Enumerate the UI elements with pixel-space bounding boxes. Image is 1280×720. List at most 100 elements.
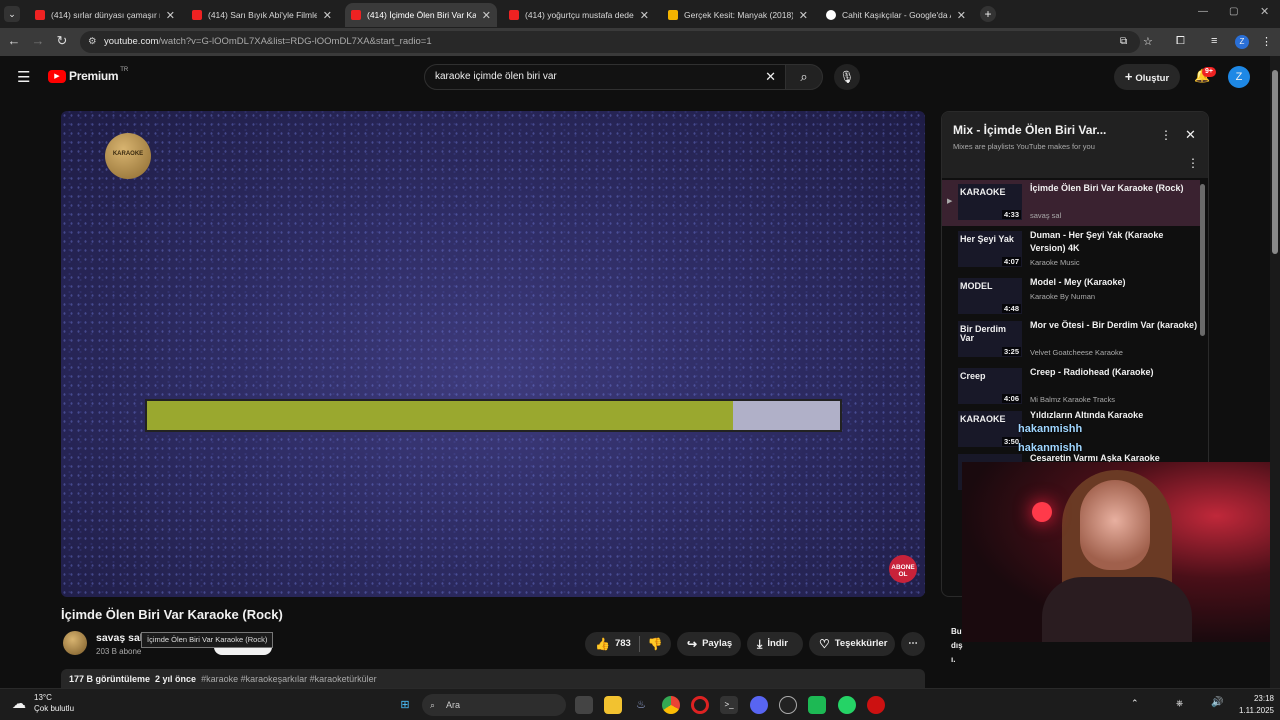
app-icon[interactable] xyxy=(808,696,826,714)
maximize-icon[interactable]: ▢ xyxy=(1229,6,1238,17)
search-input[interactable]: karaoke içimde ölen biri var ✕ xyxy=(424,64,786,90)
close-tab-icon[interactable]: ✕ xyxy=(323,9,332,22)
site-info-icon[interactable]: ⚙ xyxy=(88,31,97,53)
playlist-item[interactable]: Bir Derdim Var 3:25 Mor ve Ötesi - Bir Der… xyxy=(942,317,1200,363)
tab-title: Cahit Kaşıkçılar - Google'da Ara xyxy=(842,10,951,20)
start-icon[interactable]: ⊞ xyxy=(396,696,414,714)
close-playlist-icon[interactable]: ✕ xyxy=(1185,127,1196,143)
channel-name[interactable]: savaş sal xyxy=(96,632,143,644)
playlist-item[interactable]: ▶ KARAOKE 4:33 İçimde Ölen Biri Var Karaoke… xyxy=(942,180,1200,226)
profile-avatar[interactable]: Z xyxy=(1235,35,1249,49)
terminal-icon[interactable]: >_ xyxy=(720,696,738,714)
browser-tab[interactable]: Gerçek Kesit: Manyak (2018) - I ✕ xyxy=(662,3,814,27)
playlist-menu-icon[interactable]: ⋮ xyxy=(1160,128,1172,142)
page-scroll-thumb[interactable] xyxy=(1272,70,1278,254)
steam-icon[interactable]: ♨ xyxy=(632,696,650,714)
tab-favicon-icon xyxy=(192,10,202,20)
share-icon: ↪ xyxy=(687,637,698,651)
duration-badge: 4:33 xyxy=(1001,210,1021,219)
create-label: Oluştur xyxy=(1135,73,1170,84)
browser-menu-icon[interactable]: ⋮ xyxy=(1261,35,1272,48)
tab-favicon-icon xyxy=(35,10,45,20)
system-clock[interactable]: 23:18 1.11.2025 xyxy=(1226,693,1274,717)
subscribe-watermark[interactable]: ABONE OL xyxy=(889,555,917,583)
description-box[interactable]: 177 B görüntüleme 2 yıl önce #karaoke #k… xyxy=(61,669,925,689)
file-explorer-icon[interactable] xyxy=(604,696,622,714)
volume-icon[interactable]: 🔊 xyxy=(1211,697,1223,708)
static-background xyxy=(61,111,925,597)
playlist-title[interactable]: Mix - İçimde Ölen Biri Var... xyxy=(953,123,1106,137)
new-tab-button[interactable]: + xyxy=(980,6,996,22)
forward-icon[interactable]: → xyxy=(29,33,47,48)
extensions-icon[interactable]: ⧠ xyxy=(1176,35,1185,48)
discord-icon[interactable] xyxy=(750,696,768,714)
subscribe-line1: ABONE xyxy=(891,564,915,571)
thumbnail-text: KARAOKE xyxy=(960,414,1006,424)
tab-favicon-icon xyxy=(509,10,519,20)
opera-icon[interactable] xyxy=(691,696,709,714)
more-actions-button[interactable]: ⋯ xyxy=(901,632,925,656)
close-tab-icon[interactable]: ✕ xyxy=(166,9,175,22)
weather-widget[interactable]: ☁ 13°C Çok bulutlu xyxy=(12,692,74,714)
playlist-item[interactable]: MODEL 4:48 Model - Mey (Karaoke) Karaoke By… xyxy=(942,274,1200,320)
url-field[interactable]: ⚙ youtube.com/watch?v=G-lOOmDL7XA&list=R… xyxy=(80,31,1140,53)
clear-search-icon[interactable]: ✕ xyxy=(765,65,776,89)
tray-chevron-icon[interactable]: ⌃ xyxy=(1131,698,1139,709)
browser-tab[interactable]: (414) Sarı Bıyık Abi'yle Filmler (✕ xyxy=(186,3,338,27)
browser-tab[interactable]: Cahit Kaşıkçılar - Google'da Ara ✕ xyxy=(820,3,972,27)
back-icon[interactable]: ← xyxy=(5,33,23,48)
video-title: İçimde Ölen Biri Var Karaoke (Rock) xyxy=(61,607,283,622)
reload-icon[interactable]: ↻ xyxy=(53,33,71,49)
channel-avatar[interactable] xyxy=(63,631,87,655)
like-icon[interactable]: 👍 xyxy=(595,632,610,656)
bookmark-star-icon[interactable]: ☆ xyxy=(1143,35,1153,48)
chrome-icon[interactable] xyxy=(662,696,680,714)
download-label: İndir xyxy=(767,638,788,649)
create-button[interactable]: + Oluştur xyxy=(1114,64,1180,90)
youtube-logo[interactable]: ▶ Premium TR xyxy=(48,67,128,83)
playlist-thumbnail: Her Şeyi Yak 4:07 xyxy=(958,231,1022,267)
search-button[interactable]: ⌕ xyxy=(785,64,823,90)
whatsapp-icon[interactable] xyxy=(838,696,856,714)
minimize-icon[interactable]: — xyxy=(1198,6,1208,17)
close-tab-icon[interactable]: ✕ xyxy=(482,9,491,22)
playlist-item-title: Duman - Her Şeyi Yak (Karaoke Version) 4… xyxy=(1030,230,1164,253)
playlist-item[interactable]: Creep 4:06 Creep - Radiohead (Karaoke) Mi B… xyxy=(942,364,1200,410)
video-player[interactable]: KARAOKE ABONE OL xyxy=(61,111,925,597)
playlist-options-icon[interactable]: ⋮ xyxy=(1187,156,1199,170)
hamburger-menu-icon[interactable]: ☰ xyxy=(17,68,30,86)
now-playing-icon: ▶ xyxy=(947,198,953,205)
subscribe-button[interactable] xyxy=(214,647,272,655)
browser-tab[interactable]: (414) yoğurtçu mustafa dede - ✕ xyxy=(503,3,655,27)
media-controls-icon[interactable]: ≡ xyxy=(1211,35,1217,47)
divider xyxy=(638,636,640,652)
share-button[interactable]: ↪ Paylaş xyxy=(677,632,741,656)
network-icon[interactable]: ⎈ xyxy=(1176,698,1183,709)
close-window-icon[interactable]: ✕ xyxy=(1260,5,1269,18)
voice-search-button[interactable]: 🎙 xyxy=(834,64,860,90)
browser-tab[interactable]: (414) sırlar dünyası çamaşır ma ✕ xyxy=(29,3,181,27)
download-button[interactable]: ⤓ İndir xyxy=(747,632,803,656)
taskbar-search[interactable]: ⌕ Ara xyxy=(422,694,566,716)
account-avatar[interactable]: Z xyxy=(1228,66,1250,88)
playlist-scrollbar[interactable] xyxy=(1200,184,1205,336)
dislike-icon[interactable]: 👎 xyxy=(648,632,663,656)
share-label: Paylaş xyxy=(702,638,733,649)
playlist-item[interactable]: Her Şeyi Yak 4:07 Duman - Her Şeyi Yak (Ka… xyxy=(942,227,1200,273)
obs-icon[interactable] xyxy=(779,696,797,714)
taskbar-search-placeholder: Ara xyxy=(446,700,461,710)
install-app-icon[interactable]: ⧉ xyxy=(1120,36,1127,47)
plus-icon: + xyxy=(1124,69,1133,84)
browser-tab[interactable]: (414) İçimde Ölen Biri Var Karao ✕ xyxy=(345,3,497,27)
close-tab-icon[interactable]: ✕ xyxy=(640,9,649,22)
tab-list-icon[interactable]: ⌄ xyxy=(4,6,20,22)
thanks-button[interactable]: ♡ Teşekkürler xyxy=(809,632,895,656)
like-count[interactable]: 783 xyxy=(615,632,631,656)
red-app-icon[interactable] xyxy=(867,696,885,714)
close-tab-icon[interactable]: ✕ xyxy=(957,9,966,22)
task-view-icon[interactable] xyxy=(575,696,593,714)
windows-taskbar: ☁ 13°C Çok bulutlu ⊞ ⌕ Ara ♨ >_ ⌃ ⎈ 🔊 23… xyxy=(0,688,1280,720)
close-tab-icon[interactable]: ✕ xyxy=(799,9,808,22)
like-dislike-group: 👍 783 👎 xyxy=(585,632,671,656)
hashtags[interactable]: #karaoke #karaokeşarkılar #karaoketürkül… xyxy=(201,674,377,684)
